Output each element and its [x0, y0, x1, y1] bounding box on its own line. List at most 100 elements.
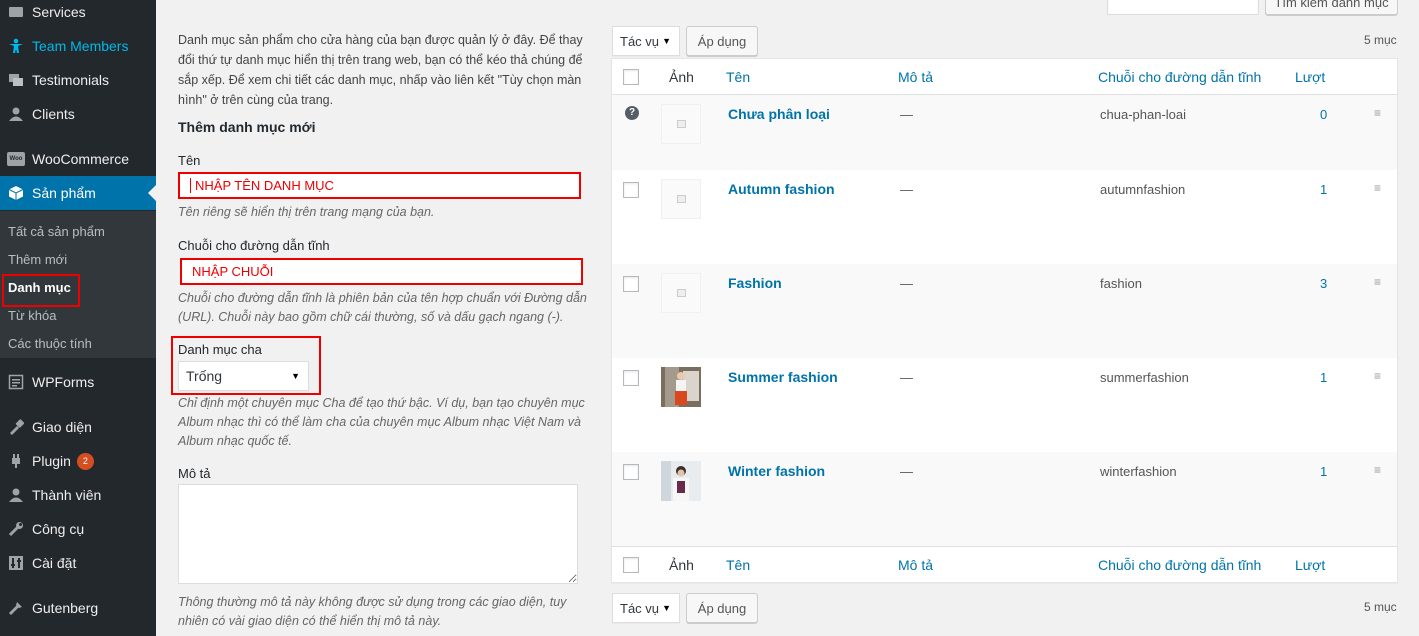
menu-team-members[interactable]: Team Members — [0, 29, 156, 63]
col-slug[interactable]: Chuỗi cho đường dẫn tĩnh — [1098, 557, 1261, 573]
parent-select-value: Trống — [186, 368, 223, 384]
category-name-link[interactable]: Fashion — [728, 275, 782, 291]
category-count-link[interactable]: 1 — [1320, 464, 1327, 479]
table-footer: Ảnh Tên Mô tả Chuỗi cho đường dẫn tĩnh L… — [612, 546, 1397, 582]
description-help: Thông thường mô tả này không được sử dụn… — [178, 595, 567, 628]
menu-label: Công cụ — [32, 521, 85, 537]
row-checkbox[interactable] — [623, 464, 639, 480]
update-count-badge: 2 — [76, 452, 94, 470]
search-categories-button[interactable]: Tìm kiếm danh mục — [1265, 0, 1398, 15]
name-input-value: NHẬP TÊN DANH MỤC — [195, 178, 334, 193]
category-name-link[interactable]: Summer fashion — [728, 369, 838, 385]
menu-clients[interactable]: Clients — [0, 97, 156, 131]
category-count-link[interactable]: 0 — [1320, 107, 1327, 122]
submenu-add-new[interactable]: Thêm mới — [8, 252, 67, 267]
category-slug: autumnfashion — [1100, 182, 1186, 197]
col-name[interactable]: Tên — [726, 69, 750, 85]
parent-category-select[interactable]: Trống ▼ — [178, 361, 309, 391]
search-input[interactable] — [1107, 0, 1259, 15]
category-name-link[interactable]: Chưa phân loại — [728, 106, 830, 122]
menu-plugins[interactable]: Plugin 2 — [0, 444, 156, 478]
menu-testimonials[interactable]: Testimonials — [0, 63, 156, 97]
item-count-top: 5 mục — [1364, 33, 1397, 47]
chevron-down-icon: ▼ — [662, 36, 671, 46]
category-description: — — [900, 107, 913, 122]
col-slug[interactable]: Chuỗi cho đường dẫn tĩnh — [1098, 69, 1261, 85]
table-row: Fashion — fashion 3 ≡ — [612, 264, 1397, 358]
add-category-heading: Thêm danh mục mới — [178, 119, 316, 135]
wpforms-icon — [6, 372, 26, 392]
category-description: — — [900, 276, 913, 291]
thumbnail-placeholder — [661, 104, 701, 144]
col-description[interactable]: Mô tả — [898, 557, 933, 573]
drag-handle-icon[interactable]: ≡ — [1374, 106, 1384, 120]
drag-handle-icon[interactable]: ≡ — [1374, 181, 1384, 195]
help-icon: ? — [625, 106, 639, 120]
table-header: Ảnh Tên Mô tả Chuỗi cho đường dẫn tĩnh L… — [612, 59, 1397, 95]
parent-label: Danh mục cha — [178, 342, 262, 357]
menu-users[interactable]: Thành viên — [0, 478, 156, 512]
bulk-action-select-bottom[interactable]: Tác vụ ▼ — [612, 593, 680, 623]
submenu-tags[interactable]: Từ khóa — [8, 308, 56, 323]
row-checkbox[interactable] — [623, 370, 639, 386]
name-label: Tên — [178, 153, 201, 168]
col-description[interactable]: Mô tả — [898, 69, 933, 85]
menu-tools[interactable]: Công cụ — [0, 512, 156, 546]
menu-gutenberg[interactable]: Gutenberg — [0, 591, 156, 625]
bulk-action-value: Tác vụ — [620, 600, 660, 616]
table-row: ? Chưa phân loại — chua-phan-loai 0 ≡ — [612, 95, 1397, 170]
menu-wpforms[interactable]: WPForms — [0, 365, 156, 399]
apply-button-top[interactable]: Áp dụng — [686, 26, 758, 56]
col-name[interactable]: Tên — [726, 557, 750, 573]
menu-label: Clients — [32, 106, 75, 122]
slug-input[interactable]: NHẬP CHUỖI — [180, 258, 583, 285]
category-slug: summerfashion — [1100, 370, 1189, 385]
menu-label: Sản phẩm — [32, 185, 96, 201]
col-count[interactable]: Lượt — [1295, 69, 1325, 85]
menu-woocommerce[interactable]: Woo WooCommerce — [0, 142, 156, 176]
bulk-action-select-top[interactable]: Tác vụ ▼ — [612, 26, 680, 56]
slug-label: Chuỗi cho đường dẫn tĩnh — [178, 238, 330, 253]
winter-fashion-thumbnail — [661, 461, 701, 501]
row-checkbox[interactable] — [623, 276, 639, 292]
settings-icon — [6, 553, 26, 573]
table-row: Summer fashion — summerfashion 1 ≡ — [612, 358, 1397, 452]
category-slug: chua-phan-loai — [1100, 107, 1187, 122]
item-count-bottom: 5 mục — [1364, 600, 1397, 614]
thumbnail-placeholder — [661, 179, 701, 219]
chevron-down-icon: ▼ — [291, 371, 300, 381]
menu-products[interactable]: Sản phẩm — [0, 176, 156, 210]
name-input[interactable]: NHẬP TÊN DANH MỤC — [178, 172, 581, 199]
menu-services[interactable]: Services — [0, 0, 156, 29]
select-all-checkbox[interactable] — [623, 69, 639, 85]
description-textarea[interactable] — [178, 484, 578, 584]
drag-handle-icon[interactable]: ≡ — [1374, 463, 1384, 477]
menu-settings[interactable]: Cài đặt — [0, 546, 156, 580]
category-count-link[interactable]: 1 — [1320, 182, 1327, 197]
col-image: Ảnh — [669, 557, 694, 573]
slug-help: Chuỗi cho đường dẫn tĩnh là phiên bản củ… — [178, 291, 587, 324]
category-name-link[interactable]: Autumn fashion — [728, 181, 835, 197]
gutenberg-icon — [6, 598, 26, 618]
menu-label: Thành viên — [32, 487, 102, 503]
category-count-link[interactable]: 3 — [1320, 276, 1327, 291]
apply-button-bottom[interactable]: Áp dụng — [686, 593, 758, 623]
tools-icon — [6, 519, 26, 539]
col-count[interactable]: Lượt — [1295, 557, 1325, 573]
clients-icon — [6, 104, 26, 124]
text-cursor — [190, 178, 191, 193]
select-all-checkbox-bottom[interactable] — [623, 557, 639, 573]
woocommerce-icon: Woo — [6, 149, 26, 169]
submenu-all-products[interactable]: Tất cả sản phẩm — [8, 224, 105, 239]
testimonials-icon — [6, 70, 26, 90]
drag-handle-icon[interactable]: ≡ — [1374, 369, 1384, 383]
appearance-icon — [6, 417, 26, 437]
category-count-link[interactable]: 1 — [1320, 370, 1327, 385]
row-checkbox[interactable] — [623, 182, 639, 198]
category-name-link[interactable]: Winter fashion — [728, 463, 825, 479]
drag-handle-icon[interactable]: ≡ — [1374, 275, 1384, 289]
menu-appearance[interactable]: Giao diện — [0, 410, 156, 444]
intro-text: Danh mục sản phẩm cho cửa hàng của bạn đ… — [178, 33, 583, 107]
name-help: Tên riêng sẽ hiển thị trên trang mạng củ… — [178, 205, 435, 219]
submenu-attributes[interactable]: Các thuộc tính — [8, 336, 92, 351]
